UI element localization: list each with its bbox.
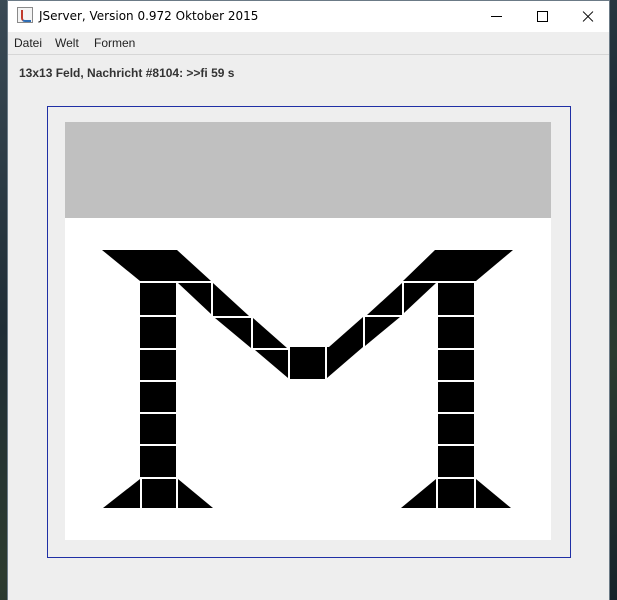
right-block-1 (438, 283, 474, 315)
menu-formen[interactable]: Formen (94, 36, 135, 50)
menu-bar: Datei Welt Formen (8, 32, 609, 55)
left-block-4 (140, 382, 176, 412)
left-foot-center (142, 479, 176, 508)
maximize-icon[interactable] (519, 1, 565, 32)
right-block-3 (438, 350, 474, 380)
left-block-3 (140, 350, 176, 380)
left-block-5 (140, 414, 176, 444)
left-block-2 (140, 317, 176, 348)
java-app-icon (17, 7, 33, 23)
status-message: 13x13 Feld, Nachricht #8104: >>fi 59 s (19, 66, 235, 80)
right-foot-center (438, 479, 474, 508)
menu-welt[interactable]: Welt (55, 36, 79, 50)
menu-datei[interactable]: Datei (14, 36, 42, 50)
app-window: JServer, Version 0.972 Oktober 2015 Date… (7, 0, 610, 600)
window-title: JServer, Version 0.972 Oktober 2015 (39, 9, 259, 23)
center-block (290, 347, 325, 379)
left-block-1 (140, 283, 176, 315)
left-block-6 (140, 446, 176, 477)
minimize-icon[interactable] (473, 1, 519, 32)
close-icon[interactable] (565, 1, 611, 32)
board-banner (65, 122, 551, 218)
board-svg (65, 122, 551, 540)
right-block-5 (438, 414, 474, 444)
right-block-2 (438, 317, 474, 348)
game-board[interactable] (65, 122, 551, 540)
right-block-6 (438, 446, 474, 477)
right-block-4 (438, 382, 474, 412)
title-bar[interactable]: JServer, Version 0.972 Oktober 2015 (8, 1, 609, 32)
